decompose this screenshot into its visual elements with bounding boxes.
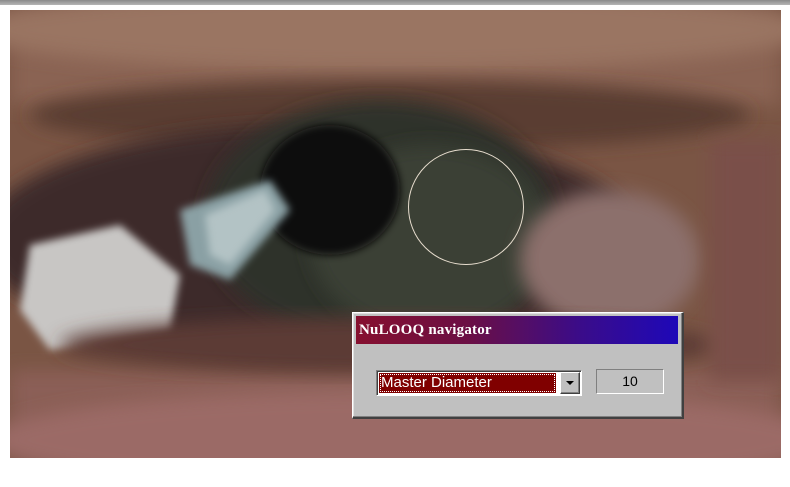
right-margin bbox=[781, 5, 790, 487]
parameter-value-field: 10 bbox=[596, 369, 664, 394]
navigator-title: NuLOOQ navigator bbox=[359, 322, 492, 338]
window-top-border bbox=[0, 0, 790, 5]
parameter-selected-value: Master Diameter bbox=[379, 373, 556, 393]
brush-cursor bbox=[408, 149, 524, 265]
dropdown-button[interactable] bbox=[560, 372, 580, 394]
bottom-margin bbox=[0, 458, 790, 487]
navigator-title-bar[interactable]: NuLOOQ navigator bbox=[356, 316, 678, 344]
chevron-down-icon bbox=[566, 381, 574, 385]
parameter-select[interactable]: Master Diameter bbox=[376, 370, 582, 396]
nulooq-navigator-panel: NuLOOQ navigator Master Diameter 10 bbox=[352, 312, 684, 419]
